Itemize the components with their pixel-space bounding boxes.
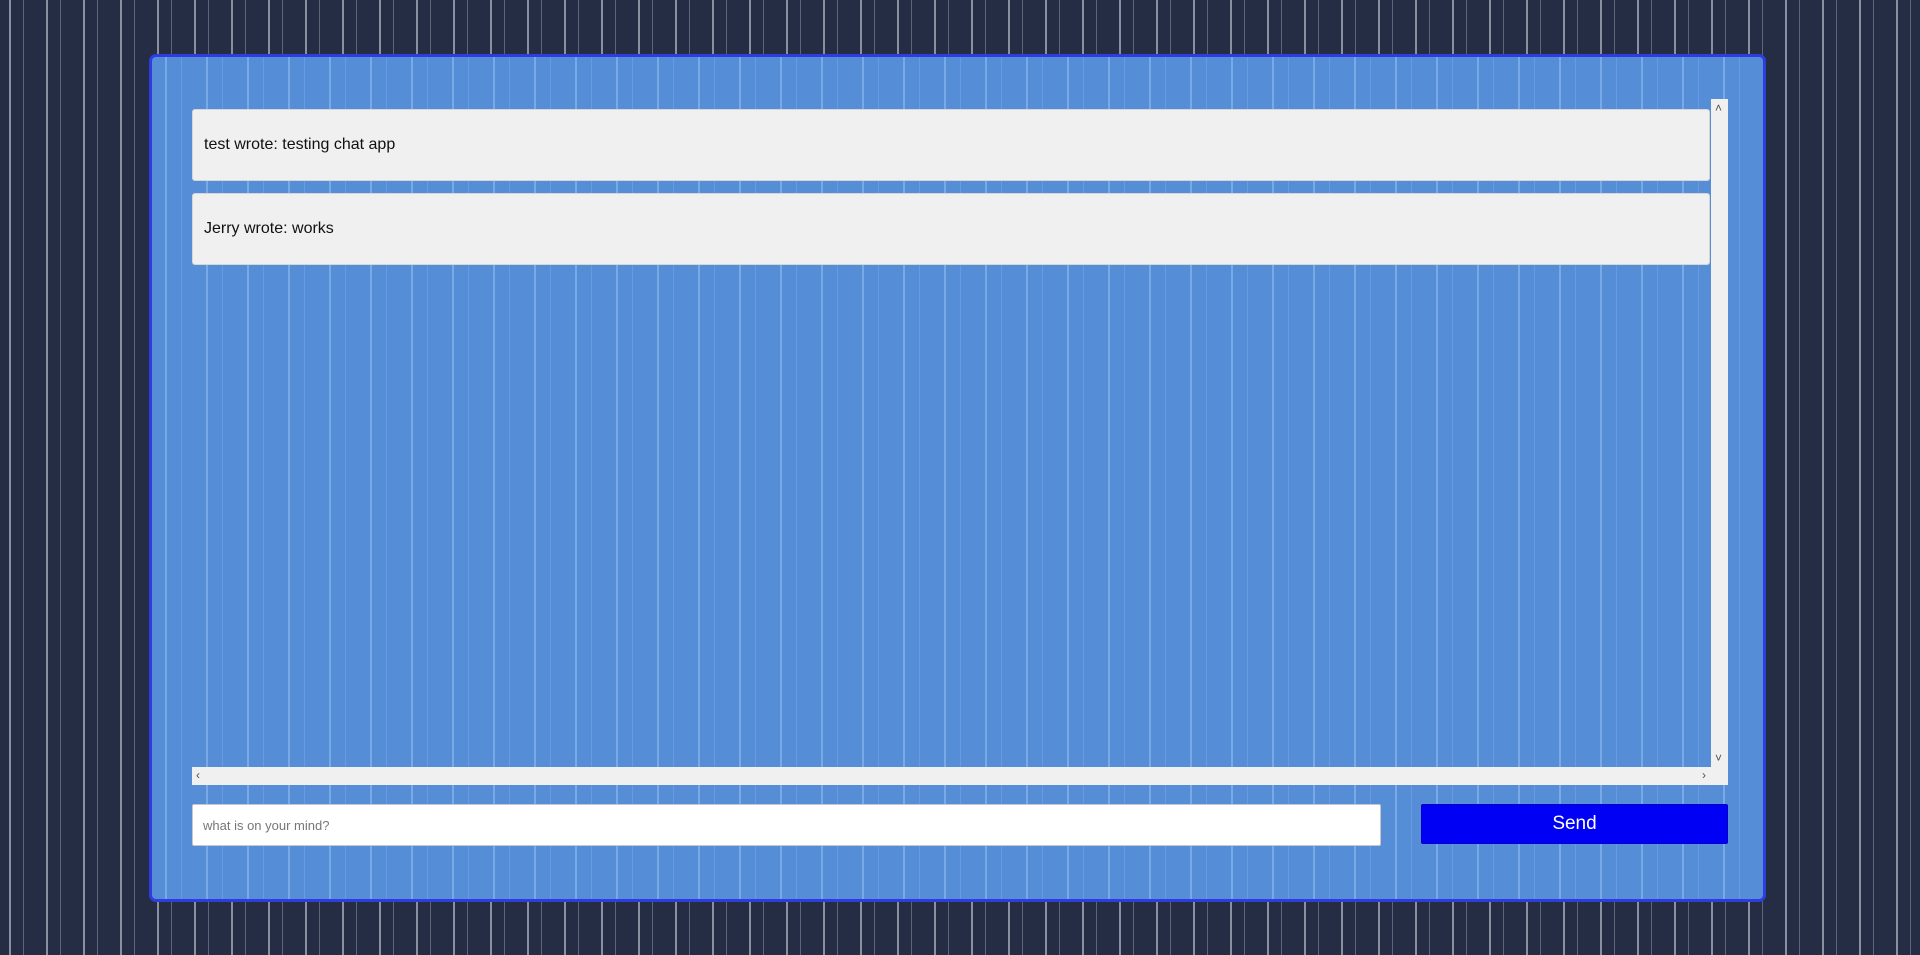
message-composer: Send bbox=[192, 804, 1728, 846]
message-area[interactable]: test wrote: testing chat app Jerry wrote… bbox=[192, 99, 1728, 785]
scroll-right-icon[interactable]: › bbox=[1702, 769, 1706, 781]
message-item: Jerry wrote: works bbox=[192, 193, 1710, 265]
message-input[interactable] bbox=[192, 804, 1381, 846]
chat-panel: test wrote: testing chat app Jerry wrote… bbox=[149, 54, 1766, 902]
vertical-scrollbar[interactable]: ˄ ˅ bbox=[1711, 99, 1728, 767]
scroll-up-icon[interactable]: ˄ bbox=[1715, 102, 1722, 114]
message-text: test wrote: testing chat app bbox=[204, 136, 396, 153]
scroll-left-icon[interactable]: ‹ bbox=[196, 769, 200, 781]
message-list: test wrote: testing chat app Jerry wrote… bbox=[192, 99, 1710, 767]
message-text: Jerry wrote: works bbox=[204, 220, 334, 237]
send-button[interactable]: Send bbox=[1421, 804, 1728, 844]
message-item: test wrote: testing chat app bbox=[192, 109, 1710, 181]
horizontal-scrollbar[interactable]: ‹ › bbox=[192, 767, 1728, 785]
scroll-down-icon[interactable]: ˅ bbox=[1715, 752, 1722, 764]
